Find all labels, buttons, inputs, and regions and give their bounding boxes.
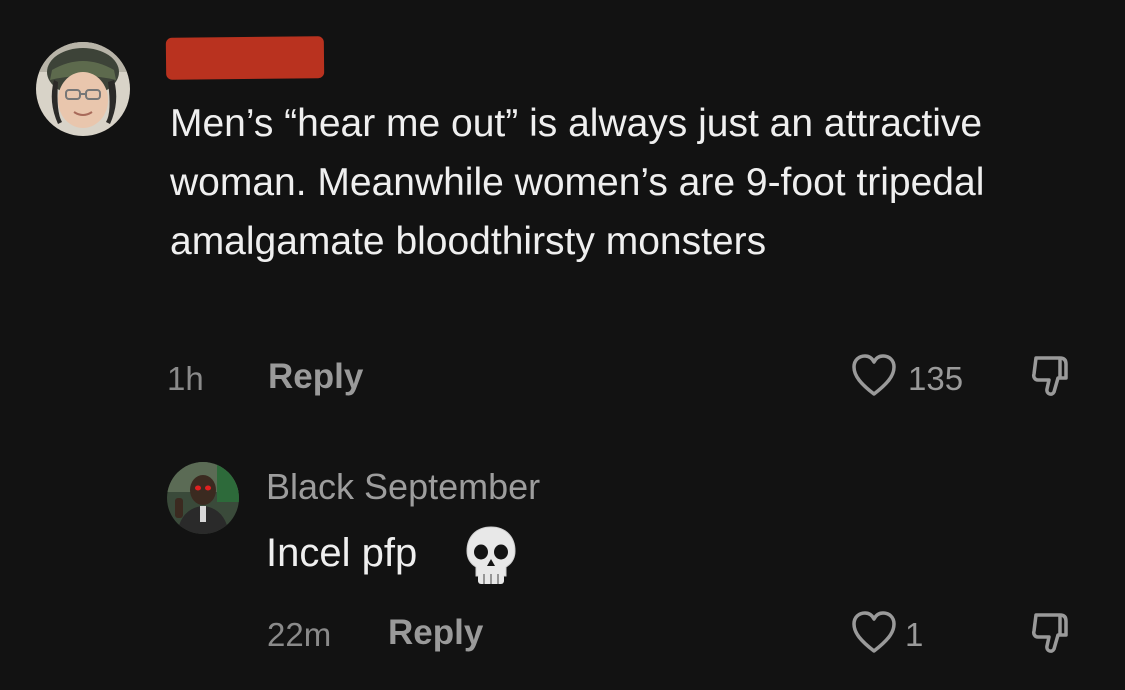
dislike-icon[interactable] — [1030, 611, 1074, 655]
skull-emoji-icon — [462, 524, 520, 586]
comment-like-count: 135 — [908, 360, 964, 397]
reply-timestamp: 22m — [267, 616, 332, 653]
reply-reply-button[interactable]: Reply — [388, 613, 483, 653]
redacted-username — [165, 36, 325, 80]
reply-text: Incel pfp — [266, 531, 418, 575]
comment-text: Men’s “hear me out” is always just an at… — [170, 102, 985, 263]
heart-icon[interactable] — [851, 354, 897, 398]
comment-reply-button[interactable]: Reply — [268, 357, 363, 397]
heart-icon[interactable] — [851, 611, 897, 655]
commenter-avatar[interactable] — [36, 42, 130, 136]
dislike-icon[interactable] — [1030, 354, 1074, 398]
reply-username[interactable]: Black September — [266, 466, 540, 508]
comment-timestamp: 1h — [167, 360, 204, 397]
reply-author-avatar[interactable] — [167, 462, 239, 534]
reply-like-count: 1 — [905, 616, 924, 653]
